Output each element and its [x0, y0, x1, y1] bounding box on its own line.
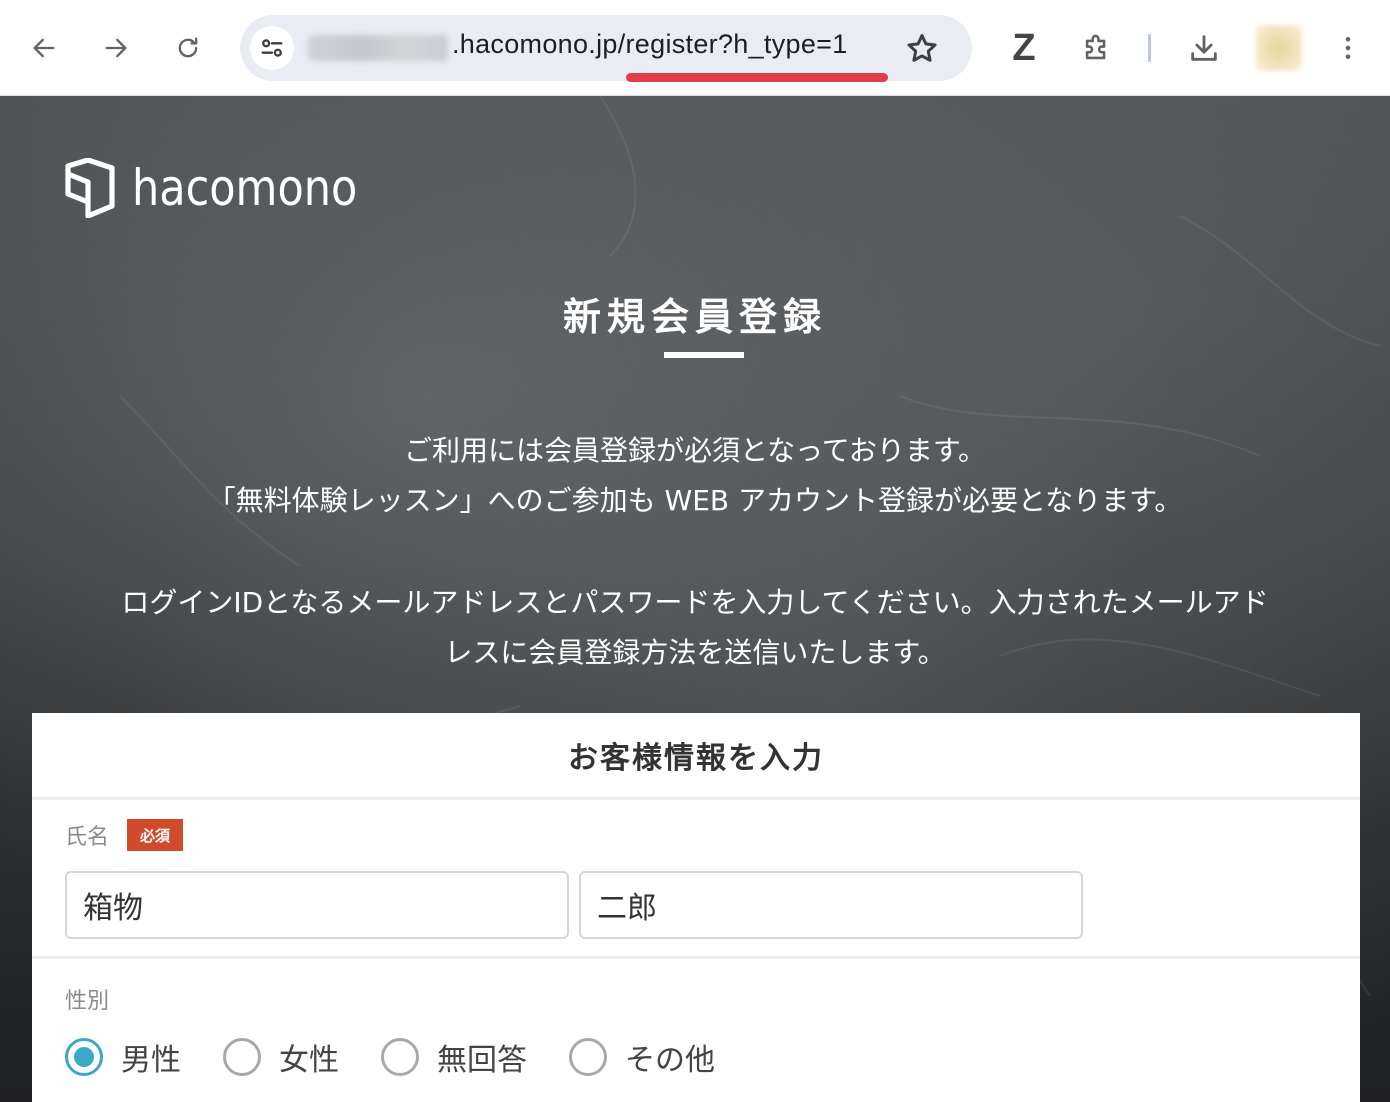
- url-text: .hacomono.jp/register?h_type=1: [452, 29, 848, 60]
- arrow-right-icon: [105, 38, 127, 58]
- gender-label: 性別: [65, 989, 110, 1014]
- site-info-button[interactable]: [250, 26, 294, 70]
- url-redacted-subdomain: [308, 35, 448, 61]
- puzzle-icon: [1085, 34, 1106, 60]
- radio-checked-icon[interactable]: [65, 1038, 103, 1076]
- radio-label: 男性: [121, 1043, 181, 1078]
- radio-unchecked-icon[interactable]: [569, 1038, 607, 1076]
- extension-z-icon: Z: [1012, 26, 1036, 69]
- menu-button[interactable]: [1324, 24, 1372, 72]
- url-path: /register?h_type=1: [617, 29, 848, 59]
- gender-radio-group: 男性 女性 無回答 その他: [65, 1035, 757, 1079]
- browser-toolbar: .hacomono.jp/register?h_type=1 Z: [0, 0, 1390, 96]
- hacomono-logo-icon: [65, 158, 115, 218]
- radio-label: その他: [625, 1043, 715, 1078]
- radio-unchecked-icon[interactable]: [381, 1038, 419, 1076]
- gender-option-male[interactable]: 男性: [65, 1035, 181, 1079]
- title-underline: [664, 352, 744, 358]
- forward-button[interactable]: [96, 26, 136, 70]
- address-bar[interactable]: .hacomono.jp/register?h_type=1: [240, 15, 972, 82]
- tune-icon: [261, 39, 283, 57]
- gender-option-other[interactable]: その他: [569, 1035, 715, 1079]
- last-name-input[interactable]: [65, 871, 569, 939]
- back-button[interactable]: [24, 26, 64, 70]
- intro-line: ログインIDとなるメールアドレスとパスワードを入力してください。入力されたメール…: [121, 586, 1269, 619]
- radio-label: 女性: [279, 1043, 339, 1078]
- reload-icon: [178, 37, 198, 58]
- more-vertical-icon: [1345, 37, 1351, 59]
- intro-text: ご利用には会員登録が必須となっております。 「無料体験レッスン」へのご参加も W…: [30, 426, 1360, 678]
- first-name-input[interactable]: [579, 871, 1083, 939]
- toolbar-separator: [1148, 34, 1151, 62]
- form-section-title: お客様情報を入力: [568, 741, 824, 776]
- arrow-left-icon: [33, 38, 55, 58]
- download-icon: [1191, 35, 1217, 61]
- intro-line: レスに会員登録方法を送信いたします。: [444, 636, 946, 669]
- extensions-button[interactable]: [1073, 24, 1121, 72]
- gender-label-row: 性別: [65, 983, 109, 1015]
- intro-line: ご利用には会員登録が必須となっております。: [403, 434, 987, 467]
- radio-unchecked-icon[interactable]: [223, 1038, 261, 1076]
- extension-z-button[interactable]: Z: [1000, 24, 1048, 72]
- form-section-header: お客様情報を入力: [32, 713, 1360, 800]
- downloads-button[interactable]: [1180, 24, 1228, 72]
- url-highlight-underline: [626, 73, 888, 82]
- url-host: .hacomono.jp: [452, 29, 618, 59]
- bookmark-star-icon[interactable]: [904, 31, 940, 67]
- radio-label: 無回答: [437, 1043, 527, 1078]
- name-label-row: 氏名 必須: [65, 819, 184, 851]
- hacomono-logo[interactable]: hacomono: [62, 158, 394, 218]
- registration-form-card: お客様情報を入力 氏名 必須 性別 男性 女性 無回答 その他: [32, 713, 1360, 1102]
- required-badge: 必須: [127, 819, 184, 851]
- reload-button[interactable]: [168, 26, 208, 70]
- logo-text: hacomono: [132, 159, 358, 217]
- field-divider: [32, 956, 1360, 959]
- name-label: 氏名: [65, 825, 110, 850]
- gender-option-no-answer[interactable]: 無回答: [381, 1035, 527, 1079]
- intro-line: 「無料体験レッスン」へのご参加も WEB アカウント登録が必要となります。: [207, 484, 1183, 517]
- page-title: 新規会員登録: [562, 295, 827, 339]
- gender-option-female[interactable]: 女性: [223, 1035, 339, 1079]
- profile-avatar[interactable]: [1256, 25, 1302, 71]
